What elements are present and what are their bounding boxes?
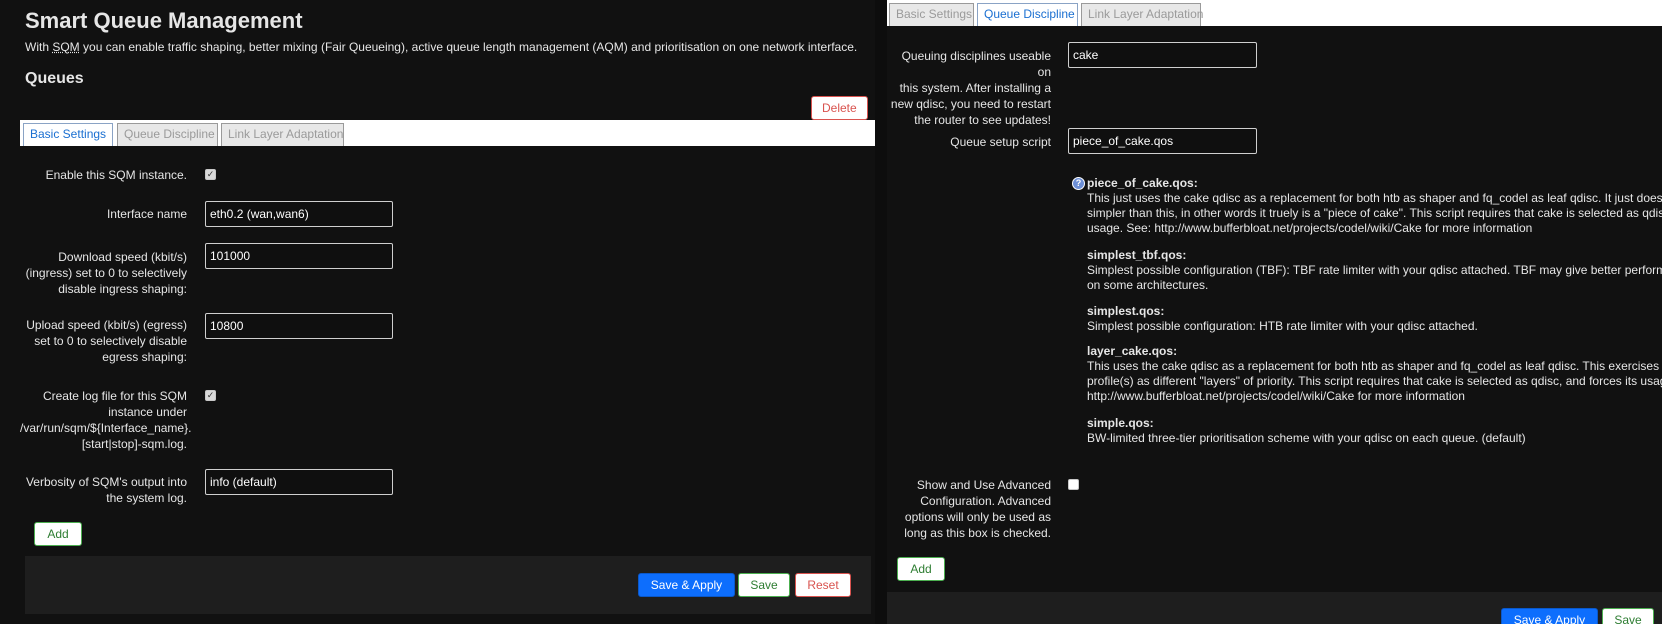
qdisc-label-line-3: new qdisc, you need to restart xyxy=(890,97,1051,111)
right-panel: Basic Settings Queue Discipline Link Lay… xyxy=(887,0,1662,624)
advanced-label-line-4: long as this box is checked. xyxy=(904,526,1051,540)
left-panel: Smart Queue Management With SQM you can … xyxy=(0,0,875,624)
save-button[interactable]: Save xyxy=(738,573,790,597)
add-button[interactable]: Add xyxy=(897,557,945,581)
qdisc-select[interactable]: cake xyxy=(1068,42,1257,68)
help-piece-of-cake: piece_of_cake.qos: This just uses the ca… xyxy=(1087,176,1662,236)
advanced-label-line-1: Show and Use Advanced xyxy=(916,478,1051,492)
tab-queue-discipline[interactable]: Queue Discipline xyxy=(117,123,218,146)
log-label-line-4: [start|stop]-sqm.log. xyxy=(81,437,187,451)
help-line: BW-limited three-tier prioritisation sch… xyxy=(1087,431,1526,445)
download-speed-input[interactable]: 101000 xyxy=(205,243,393,269)
advanced-label-line-3: options will only be used as xyxy=(904,510,1051,524)
page-description-pre: With xyxy=(25,40,53,54)
script-select[interactable]: piece_of_cake.qos xyxy=(1068,128,1257,154)
page-description-post: you can enable traffic shaping, better m… xyxy=(79,40,858,54)
help-line: simpler than this, in other words it tru… xyxy=(1087,206,1662,220)
help-title: simplest_tbf.qos: xyxy=(1087,248,1187,262)
download-label: Download speed (kbit/s) (ingress) set to… xyxy=(20,249,187,297)
help-simplest: simplest.qos: Simplest possible configur… xyxy=(1087,304,1478,334)
upload-label-line-1: Upload speed (kbit/s) (egress) xyxy=(26,318,187,332)
advanced-checkbox[interactable] xyxy=(1068,479,1079,490)
enable-checkbox[interactable]: ✓ xyxy=(205,169,216,180)
script-label: Queue setup script xyxy=(950,135,1051,149)
qdisc-label-line-1: Queuing disciplines useable on xyxy=(901,49,1051,79)
log-checkbox[interactable]: ✓ xyxy=(205,390,216,401)
help-line: This uses the cake qdisc as a replacemen… xyxy=(1087,359,1662,373)
help-line: Simplest possible configuration (TBF): T… xyxy=(1087,263,1662,277)
qdisc-label: Queuing disciplines useable on this syst… xyxy=(887,48,1051,128)
help-layer-cake: layer_cake.qos: This uses the cake qdisc… xyxy=(1087,344,1662,404)
help-title: simple.qos: xyxy=(1087,416,1154,430)
log-label: Create log file for this SQM instance un… xyxy=(20,388,192,452)
help-line: http://www.bufferbloat.net/projects/code… xyxy=(1087,389,1465,403)
save-button[interactable]: Save xyxy=(1602,608,1654,624)
tab-basic-settings[interactable]: Basic Settings xyxy=(889,3,974,26)
help-simple: simple.qos: BW-limited three-tier priori… xyxy=(1087,416,1526,446)
sqm-abbr: SQM xyxy=(52,40,80,54)
help-title: simplest.qos: xyxy=(1087,304,1165,318)
help-title: layer_cake.qos: xyxy=(1087,344,1178,358)
upload-label-line-3: egress shaping: xyxy=(102,350,187,364)
page-description: With SQM you can enable traffic shaping,… xyxy=(25,40,857,54)
download-label-line-2: (ingress) set to 0 to selectively xyxy=(25,266,187,280)
help-line: profile(s) as different "layers" of prio… xyxy=(1087,374,1662,388)
help-line: This just uses the cake qdisc as a repla… xyxy=(1087,191,1662,205)
verbosity-label-line-2: the system log. xyxy=(106,491,187,505)
right-tabbar: Basic Settings Queue Discipline Link Lay… xyxy=(887,0,1662,27)
log-label-line-1: Create log file for this SQM xyxy=(42,389,187,403)
advanced-label: Show and Use Advanced Configuration. Adv… xyxy=(887,477,1051,541)
help-line: usage. See: http://www.bufferbloat.net/p… xyxy=(1087,221,1533,235)
interface-select[interactable]: eth0.2 (wan,wan6) xyxy=(205,201,393,227)
download-label-line-3: disable ingress shaping: xyxy=(58,282,187,296)
tab-basic-settings[interactable]: Basic Settings xyxy=(23,123,113,146)
section-title: Queues xyxy=(25,70,84,87)
upload-label-line-2: set to 0 to selectively disable xyxy=(34,334,187,348)
help-simplest-tbf: simplest_tbf.qos: Simplest possible conf… xyxy=(1087,248,1662,293)
qdisc-label-line-2: this system. After installing a xyxy=(899,81,1051,95)
log-label-line-2: instance under xyxy=(108,405,187,419)
log-label-line-3: /var/run/sqm/${Interface_name}. xyxy=(20,421,192,435)
upload-speed-input[interactable]: 10800 xyxy=(205,313,393,339)
add-button[interactable]: Add xyxy=(34,522,82,546)
help-line: Simplest possible configuration: HTB rat… xyxy=(1087,319,1478,333)
help-title: piece_of_cake.qos: xyxy=(1087,176,1198,190)
info-icon: ? xyxy=(1072,177,1085,190)
tab-queue-discipline[interactable]: Queue Discipline xyxy=(977,3,1078,26)
enable-label: Enable this SQM instance. xyxy=(45,168,187,182)
tab-link-layer-adaptation[interactable]: Link Layer Adaptation xyxy=(221,123,344,146)
verbosity-label: Verbosity of SQM's output into the syste… xyxy=(20,474,187,506)
upload-label: Upload speed (kbit/s) (egress) set to 0 … xyxy=(20,317,187,365)
verbosity-select[interactable]: info (default) xyxy=(205,469,393,495)
reset-button[interactable]: Reset xyxy=(795,573,851,597)
left-tabbar: Basic Settings Queue Discipline Link Lay… xyxy=(20,120,875,147)
help-line: on some architectures. xyxy=(1087,278,1209,292)
advanced-label-line-2: Configuration. Advanced xyxy=(920,494,1051,508)
qdisc-label-line-4: the router to see updates! xyxy=(914,113,1051,127)
download-label-line-1: Download speed (kbit/s) xyxy=(58,250,187,264)
save-apply-button[interactable]: Save & Apply xyxy=(1501,608,1598,624)
tab-link-layer-adaptation[interactable]: Link Layer Adaptation xyxy=(1081,3,1203,26)
delete-button[interactable]: Delete xyxy=(811,96,868,120)
interface-label: Interface name xyxy=(106,207,187,221)
page-title: Smart Queue Management xyxy=(25,8,303,33)
verbosity-label-line-1: Verbosity of SQM's output into xyxy=(25,475,187,489)
save-apply-button[interactable]: Save & Apply xyxy=(638,573,735,597)
